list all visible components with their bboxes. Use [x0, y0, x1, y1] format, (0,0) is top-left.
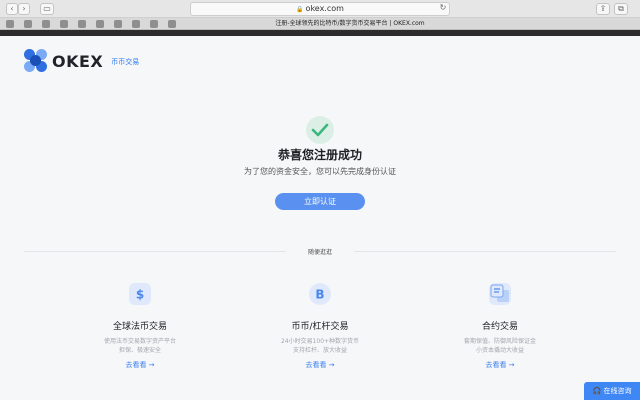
online-chat-button[interactable]: 🎧 在线咨询 — [584, 382, 640, 400]
favorite-icon[interactable] — [132, 20, 140, 28]
feature-contract-trading: 合约交易 套期保值、防御风险保证金 小资本撬动大收益 去看看 → — [440, 283, 560, 370]
favorites-bar: 注册-全球领先的比特币/数字货币交易平台 | OKEX.com — [0, 18, 640, 30]
svg-text:$: $ — [136, 288, 144, 302]
section-label: 随便逛逛 — [307, 249, 332, 256]
url-text: okex.com — [305, 4, 344, 13]
feature-title: 合约交易 — [481, 322, 518, 332]
tabs-button[interactable]: ⧉ — [614, 3, 628, 15]
chevron-left-icon: ‹ — [10, 4, 14, 13]
share-icon: ⇪ — [599, 4, 607, 13]
bitcoin-icon: B — [309, 283, 331, 305]
favorite-icon[interactable] — [168, 20, 176, 28]
reload-button[interactable]: ↻ — [438, 3, 448, 15]
favorite-icon[interactable] — [24, 20, 32, 28]
lock-icon: 🔒 — [296, 6, 304, 13]
favorite-icon[interactable] — [60, 20, 68, 28]
chevron-right-icon: › — [22, 4, 26, 13]
feature-desc: 使用法币交易数字资产平台 — [103, 338, 176, 345]
brand-subtitle[interactable]: 币币交易 — [111, 57, 139, 67]
feature-title: 全球法币交易 — [112, 322, 167, 332]
feature-desc: 担保、极速安全 — [118, 347, 161, 354]
sidebar-button[interactable]: ▭ — [40, 3, 54, 15]
brand-name: OKEX — [52, 51, 104, 71]
success-subtitle: 为了您的资金安全，您可以先完成身份认证 — [244, 167, 396, 176]
feature-desc: 24小时交易100+种数字货币 — [280, 338, 360, 345]
verify-now-button[interactable]: 立即认证 — [275, 193, 365, 210]
browser-toolbar: ‹ › ▭ 🔒 okex.com ↻ ⇪ ⧉ — [0, 0, 640, 18]
back-button[interactable]: ‹ — [6, 3, 18, 15]
feature-link[interactable]: 去看看 → — [260, 360, 380, 370]
feature-link[interactable]: 去看看 → — [80, 360, 200, 370]
favorite-icon[interactable] — [96, 20, 104, 28]
contract-icon — [489, 283, 511, 305]
share-button[interactable]: ⇪ — [596, 3, 610, 15]
favorite-icon[interactable] — [6, 20, 14, 28]
dollar-icon: $ — [129, 283, 151, 305]
feature-fiat-trading: $ 全球法币交易 使用法币交易数字资产平台 担保、极速安全 去看看 → — [80, 283, 200, 370]
feature-desc: 小资本撬动大收益 — [475, 347, 524, 354]
favorite-icon[interactable] — [42, 20, 50, 28]
page-top-strip — [0, 30, 640, 36]
success-title: 恭喜您注册成功 — [277, 148, 362, 162]
tabs-icon: ⧉ — [618, 4, 624, 13]
success-check-icon — [306, 116, 334, 144]
favorite-icon[interactable] — [78, 20, 86, 28]
feature-title: 币币/杠杆交易 — [291, 322, 349, 332]
brand-logo[interactable]: OKEX 币币交易 — [24, 48, 139, 74]
sidebar-icon: ▭ — [43, 4, 51, 13]
forward-button[interactable]: › — [18, 3, 30, 15]
reload-icon: ↻ — [439, 3, 447, 12]
favorite-icon[interactable] — [114, 20, 122, 28]
feature-desc: 支持杠杆、放大收益 — [292, 347, 347, 354]
headset-icon: 🎧 — [592, 387, 602, 395]
okex-logo-icon — [24, 49, 48, 73]
favorite-icon[interactable] — [150, 20, 158, 28]
address-bar[interactable]: 🔒 okex.com — [190, 2, 450, 16]
tab-title[interactable]: 注册-全球领先的比特币/数字货币交易平台 | OKEX.com — [240, 18, 460, 29]
feature-link[interactable]: 去看看 → — [440, 360, 560, 370]
svg-text:B: B — [315, 288, 324, 302]
feature-coin-margin-trading: B 币币/杠杆交易 24小时交易100+种数字货币 支持杠杆、放大收益 去看看 … — [260, 283, 380, 370]
chat-label: 在线咨询 — [603, 387, 632, 395]
feature-desc: 套期保值、防御风险保证金 — [463, 338, 536, 345]
